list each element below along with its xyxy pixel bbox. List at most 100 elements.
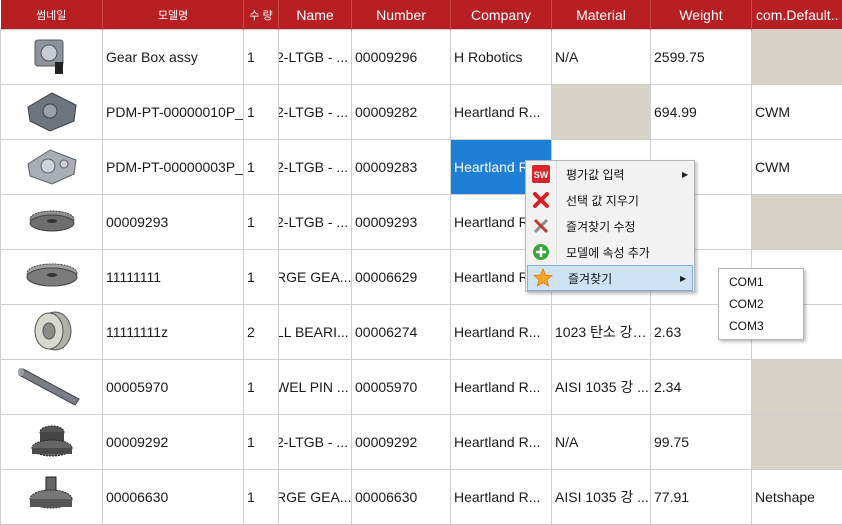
name-text: WEL PIN ... bbox=[279, 379, 352, 395]
name-cell[interactable]: WEL PIN ... bbox=[279, 360, 352, 415]
thumbnail-cell[interactable] bbox=[1, 30, 103, 85]
thumbnail-cell[interactable] bbox=[1, 470, 103, 525]
col-header-number[interactable]: Number bbox=[352, 0, 451, 30]
table-row[interactable]: PDM-PT-00000010P_12-LTGB - ...00009282He… bbox=[1, 85, 842, 140]
menu-item-add-property[interactable]: 모델에 속성 추가 bbox=[526, 239, 694, 265]
name-cell[interactable]: 2-LTGB - ... bbox=[279, 30, 352, 85]
number-cell[interactable]: 00009296 bbox=[352, 30, 451, 85]
thumbnail-cell[interactable] bbox=[1, 140, 103, 195]
model-cell[interactable]: 00005970 bbox=[103, 360, 244, 415]
thumbnail-cell[interactable] bbox=[1, 360, 103, 415]
default-cell[interactable] bbox=[752, 415, 842, 470]
table-row[interactable]: 000059701WEL PIN ...00005970Heartland R.… bbox=[1, 360, 842, 415]
number-cell[interactable]: 00009283 bbox=[352, 140, 451, 195]
col-header-company[interactable]: Company bbox=[451, 0, 552, 30]
table-row[interactable]: 000066301RGE GEA...00006630Heartland R..… bbox=[1, 470, 842, 525]
col-header-name[interactable]: Name bbox=[279, 0, 352, 30]
company-cell[interactable]: Heartland R... bbox=[451, 305, 552, 360]
menu-item-label: 모델에 속성 추가 bbox=[556, 244, 682, 261]
model-cell[interactable]: 11111111z bbox=[103, 305, 244, 360]
model-cell[interactable]: 00006630 bbox=[103, 470, 244, 525]
model-cell[interactable]: 11111111 bbox=[103, 250, 244, 305]
material-cell[interactable]: AISI 1035 강 ... bbox=[552, 470, 651, 525]
table-row[interactable]: Gear Box assy12-LTGB - ...00009296H Robo… bbox=[1, 30, 842, 85]
name-cell[interactable]: RGE GEA... bbox=[279, 470, 352, 525]
thumbnail-cell[interactable] bbox=[1, 305, 103, 360]
number-cell[interactable]: 00006274 bbox=[352, 305, 451, 360]
material-cell[interactable]: AISI 1035 강 ... bbox=[552, 360, 651, 415]
company-cell[interactable]: Heartland R... bbox=[451, 415, 552, 470]
weight-cell[interactable]: 2599.75 bbox=[651, 30, 752, 85]
name-cell[interactable]: RGE GEA... bbox=[279, 250, 352, 305]
model-cell[interactable]: PDM-PT-00000010P_ bbox=[103, 85, 244, 140]
qty-cell[interactable]: 1 bbox=[244, 415, 279, 470]
model-cell[interactable]: PDM-PT-00000003P_ bbox=[103, 140, 244, 195]
number-cell[interactable]: 00009293 bbox=[352, 195, 451, 250]
material-cell[interactable]: N/A bbox=[552, 30, 651, 85]
company-cell[interactable]: H Robotics bbox=[451, 30, 552, 85]
thumbnail-cell[interactable] bbox=[1, 85, 103, 140]
table-row[interactable]: 0000929212-LTGB - ...00009292Heartland R… bbox=[1, 415, 842, 470]
default-cell[interactable] bbox=[752, 360, 842, 415]
col-header-material[interactable]: Material bbox=[552, 0, 651, 30]
col-header-model[interactable]: 모델명 bbox=[103, 0, 244, 30]
number-cell[interactable]: 00009282 bbox=[352, 85, 451, 140]
material-cell[interactable]: N/A bbox=[552, 415, 651, 470]
thumbnail-cell[interactable] bbox=[1, 195, 103, 250]
name-text: 2-LTGB - ... bbox=[279, 434, 352, 450]
weight-cell[interactable]: 99.75 bbox=[651, 415, 752, 470]
model-cell[interactable]: 00009293 bbox=[103, 195, 244, 250]
col-header-thumbnail[interactable]: 썸네일 bbox=[1, 0, 103, 30]
submenu-item-com3[interactable]: COM3 bbox=[719, 315, 803, 337]
model-cell[interactable]: 00009292 bbox=[103, 415, 244, 470]
number-cell[interactable]: 00006630 bbox=[352, 470, 451, 525]
qty-cell[interactable]: 1 bbox=[244, 30, 279, 85]
qty-cell[interactable]: 1 bbox=[244, 360, 279, 415]
name-cell[interactable]: 2-LTGB - ... bbox=[279, 85, 352, 140]
qty-cell[interactable]: 1 bbox=[244, 85, 279, 140]
material-cell[interactable]: 1023 탄소 강판... bbox=[552, 305, 651, 360]
bom-table: 썸네일 모델명 수 량 Name Number Company Material… bbox=[0, 0, 842, 525]
weight-cell[interactable]: 694.99 bbox=[651, 85, 752, 140]
col-header-default[interactable]: com.Default.. bbox=[752, 0, 842, 30]
weight-cell[interactable]: 77.91 bbox=[651, 470, 752, 525]
thumbnail-cell[interactable] bbox=[1, 250, 103, 305]
default-cell[interactable] bbox=[752, 195, 842, 250]
name-cell[interactable]: 2-LTGB - ... bbox=[279, 195, 352, 250]
menu-item-edit-favorites[interactable]: 즐겨찾기 수정 bbox=[526, 213, 694, 239]
default-cell[interactable]: CWM bbox=[752, 140, 842, 195]
menu-item-clear-value[interactable]: 선택 값 지우기 bbox=[526, 187, 694, 213]
col-header-weight[interactable]: Weight bbox=[651, 0, 752, 30]
submenu-item-com2[interactable]: COM2 bbox=[719, 293, 803, 315]
table-row[interactable]: 11111111z2LL BEARI...00006274Heartland R… bbox=[1, 305, 842, 360]
name-cell[interactable]: 2-LTGB - ... bbox=[279, 140, 352, 195]
qty-cell[interactable]: 1 bbox=[244, 250, 279, 305]
default-cell[interactable]: CWM bbox=[752, 85, 842, 140]
qty-cell[interactable]: 1 bbox=[244, 140, 279, 195]
table-row[interactable]: PDM-PT-00000003P_12-LTGB - ...00009283He… bbox=[1, 140, 842, 195]
qty-cell[interactable]: 1 bbox=[244, 195, 279, 250]
thumbnail-cell[interactable] bbox=[1, 415, 103, 470]
col-header-qty[interactable]: 수 량 bbox=[244, 0, 279, 30]
submenu-item-com1[interactable]: COM1 bbox=[719, 271, 803, 293]
menu-item-enter-value[interactable]: SW 평가값 입력 ▶ bbox=[526, 161, 694, 187]
default-cell[interactable] bbox=[752, 30, 842, 85]
menu-item-label: 즐겨찾기 bbox=[558, 270, 680, 287]
weight-cell[interactable]: 2.34 bbox=[651, 360, 752, 415]
company-cell[interactable]: Heartland R... bbox=[451, 470, 552, 525]
company-cell[interactable]: Heartland R... bbox=[451, 85, 552, 140]
menu-item-favorites[interactable]: 즐겨찾기 ▶ bbox=[527, 265, 693, 291]
default-cell[interactable]: Netshape bbox=[752, 470, 842, 525]
qty-cell[interactable]: 1 bbox=[244, 470, 279, 525]
number-cell[interactable]: 00005970 bbox=[352, 360, 451, 415]
table-row[interactable]: 0000929312-LTGB - ...00009293Heartland R… bbox=[1, 195, 842, 250]
name-cell[interactable]: LL BEARI... bbox=[279, 305, 352, 360]
number-cell[interactable]: 00006629 bbox=[352, 250, 451, 305]
company-cell[interactable]: Heartland R... bbox=[451, 360, 552, 415]
number-cell[interactable]: 00009292 bbox=[352, 415, 451, 470]
material-cell[interactable] bbox=[552, 85, 651, 140]
model-cell[interactable]: Gear Box assy bbox=[103, 30, 244, 85]
table-row[interactable]: 111111111RGE GEA...00006629Heartland R..… bbox=[1, 250, 842, 305]
qty-cell[interactable]: 2 bbox=[244, 305, 279, 360]
name-cell[interactable]: 2-LTGB - ... bbox=[279, 415, 352, 470]
